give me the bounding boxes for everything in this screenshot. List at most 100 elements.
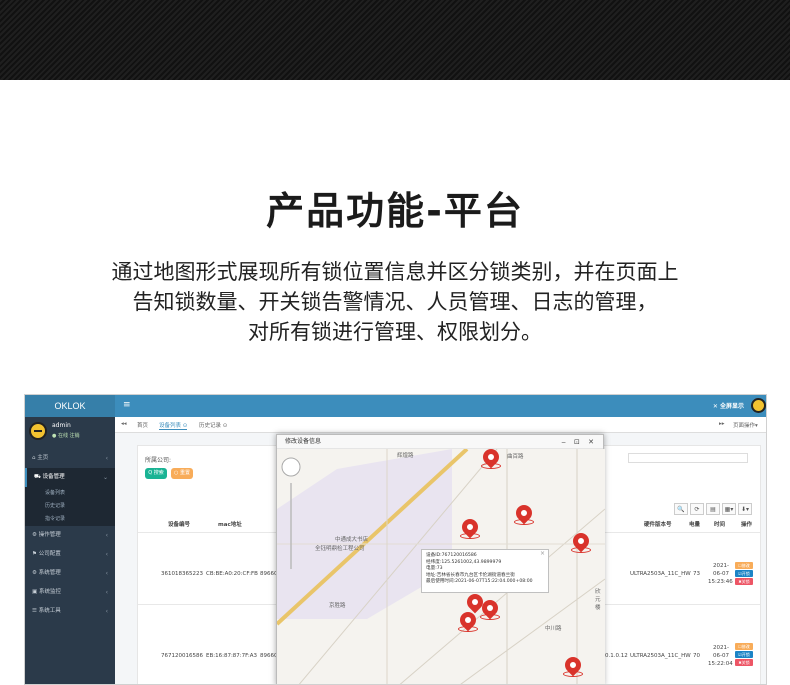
row-actions: ☐修改 ☑开锁 ✖关锁 [735, 562, 753, 586]
user-panel: admin ● 在线 注销 [25, 417, 115, 449]
modal-window-controls[interactable]: ‒ ⊡ ✕ [561, 435, 597, 449]
hardware-cell: ULTRA2503A_11C_HW [630, 571, 691, 577]
map-label: 中川路 [545, 626, 562, 632]
chevron-left-icon: ‹ [105, 570, 108, 577]
extra-cell: 89660 [260, 653, 278, 659]
fullscreen-button[interactable]: ✕ 全屏显示 [713, 401, 744, 410]
column-header-device-id: 设备编号 [168, 522, 191, 528]
avatar [29, 422, 47, 440]
description-line-3: 对所有锁进行管理、权限划分。 [248, 320, 542, 344]
modal-header: 修改设备信息 ‒ ⊡ ✕ [277, 435, 603, 449]
search-icon[interactable]: 🔍 [674, 503, 688, 515]
tab-history[interactable]: 历史记录 ⊙ [199, 421, 227, 429]
map-label: 京胜路 [329, 603, 346, 609]
top-bar: ≡ ✕ 全屏显示 [115, 395, 766, 417]
top-banner [0, 0, 790, 80]
column-header-actions: 操作 [741, 522, 753, 528]
column-header-battery: 电量 [689, 522, 701, 528]
marker-shadow [563, 671, 583, 677]
lock-button[interactable]: ✖关锁 [735, 659, 753, 666]
tab-device-list[interactable]: 设备列表 ⊙ [159, 421, 188, 430]
compass-icon [281, 457, 301, 477]
sidebar-item-history[interactable]: 历史记录 [25, 500, 115, 513]
marker-shadow [571, 547, 591, 553]
device-id-cell: 767120016586 [161, 653, 203, 659]
column-header-hardware: 硬件版本号 [644, 522, 672, 528]
company-filter-label: 所属公司: [145, 457, 172, 464]
chevron-left-icon: ‹ [105, 608, 108, 615]
sidebar-nav: ⌂ 主页 ‹ ⛟ 设备管理 ⌄ 设备列表 历史记录 指令记录 ⚙ 操作管理 ‹ ⚑ 公… [25, 449, 115, 621]
table-toolbar: 🔍 ⟳ ▤ ▦▾ ⬇▾ [672, 496, 752, 515]
export-icon[interactable]: ⬇▾ [738, 503, 752, 515]
time-cell: 06-07 [713, 571, 729, 577]
tab-home[interactable]: 首页 [137, 421, 148, 429]
time-cell: 2021- [713, 563, 729, 569]
logout-link[interactable]: 注销 [70, 433, 80, 439]
monitor-icon: ▣ [32, 589, 39, 595]
map-view[interactable]: 曲百路 中通成大书店 全钰明鼎检工程公司 中川路 欣元楼 辉煌路 京胜路 × 设… [277, 449, 605, 684]
chevron-left-icon: ‹ [105, 532, 108, 539]
avatar[interactable] [751, 398, 766, 413]
map-label: 辉煌路 [397, 453, 414, 459]
sidebar-item-device-list[interactable]: 设备列表 [25, 487, 115, 500]
close-icon[interactable]: × [540, 550, 545, 558]
tab-bar: ◂◂ 首页 设备列表 ⊙ 历史记录 ⊙ ▸▸ 页面操作▾ [115, 417, 766, 433]
time-cell: 06-07 [713, 653, 729, 659]
edit-button[interactable]: ☐修改 [735, 643, 753, 650]
chevron-left-icon: ‹ [105, 589, 108, 596]
tools-icon: ☰ [32, 608, 39, 614]
firmware-cell: 0.1.0.12 [605, 653, 628, 659]
chevron-down-icon: ⌄ [102, 474, 108, 481]
time-cell: 2021- [713, 645, 729, 651]
device-id-cell: 361018365223 [161, 571, 203, 577]
unlock-button[interactable]: ☑开锁 [735, 570, 753, 577]
user-name: admin [52, 422, 71, 429]
search-button[interactable]: Q 搜索 [145, 468, 167, 479]
marker-shadow [514, 519, 534, 525]
tab-back-icon[interactable]: ◂◂ [121, 421, 127, 427]
tab-forward-icon[interactable]: ▸▸ [719, 421, 725, 427]
sidebar-item-device-management[interactable]: ⛟ 设备管理 ⌄ [25, 468, 115, 487]
hardware-cell: ULTRA2503A_11C_HW [630, 653, 691, 659]
grid-icon[interactable]: ▦▾ [722, 503, 736, 515]
sidebar-item-operation[interactable]: ⚙ 操作管理 ‹ [25, 526, 115, 545]
sidebar-item-company[interactable]: ⚑ 公司配置 ‹ [25, 545, 115, 564]
edit-button[interactable]: ☐修改 [735, 562, 753, 569]
user-status: ● 在线 注销 [52, 432, 80, 439]
unlock-button[interactable]: ☑开锁 [735, 651, 753, 658]
description-line-2: 告知锁数量、开关锁告警情况、人员管理、日志的管理， [132, 290, 658, 314]
description-line-1: 通过地图形式展现所有锁位置信息并区分锁类别，并在页面上 [111, 260, 679, 284]
battery-cell: 73 [693, 571, 700, 577]
columns-icon[interactable]: ▤ [706, 503, 720, 515]
sidebar-item-home[interactable]: ⌂ 主页 ‹ [25, 449, 115, 468]
filter-input[interactable] [628, 453, 748, 463]
sidebar-item-system[interactable]: ⚙ 系统管理 ‹ [25, 564, 115, 583]
online-status: ● 在线 [52, 433, 68, 439]
battery-cell: 70 [693, 653, 700, 659]
refresh-icon[interactable]: ⟳ [690, 503, 704, 515]
info-line: 最后使用时间:2021-06-07T15:22:04.000+08:00 [426, 579, 533, 584]
map-label: 全钰明鼎检工程公司 [315, 546, 365, 552]
extra-cell: 89660 [260, 571, 278, 577]
menu-icon[interactable]: ≡ [123, 400, 131, 410]
mac-cell: CB:BE:A0:20:CF:FB [206, 571, 258, 577]
mac-cell: EB:16:87:87:7F:A3 [206, 653, 258, 659]
page-title: 产品功能-平台 [266, 189, 524, 233]
sidebar-item-command-log[interactable]: 指令记录 [25, 513, 115, 526]
map-label: 曲百路 [507, 454, 524, 460]
company-icon: ⚑ [32, 551, 39, 557]
platform-screenshot: OKLOK admin ● 在线 注销 ⌂ 主页 ‹ ⛟ 设备管理 ⌄ 设备列表 历… [24, 394, 767, 685]
sidebar-item-tools[interactable]: ☰ 系统工具 ‹ [25, 602, 115, 621]
lock-button[interactable]: ✖关锁 [735, 578, 753, 585]
app-logo: OKLOK [25, 395, 115, 417]
marker-shadow [480, 614, 500, 620]
map-label: 欣元楼 [595, 589, 601, 611]
operation-icon: ⚙ [32, 532, 39, 538]
column-header-time: 时间 [714, 522, 726, 528]
chevron-left-icon: ‹ [105, 551, 108, 558]
gear-icon: ⚙ [32, 570, 39, 576]
reset-button[interactable]: ○ 重置 [171, 468, 193, 479]
page-ops-dropdown[interactable]: 页面操作▾ [733, 421, 758, 429]
sidebar-item-monitor[interactable]: ▣ 系统监控 ‹ [25, 583, 115, 602]
modal-title: 修改设备信息 [285, 438, 322, 445]
